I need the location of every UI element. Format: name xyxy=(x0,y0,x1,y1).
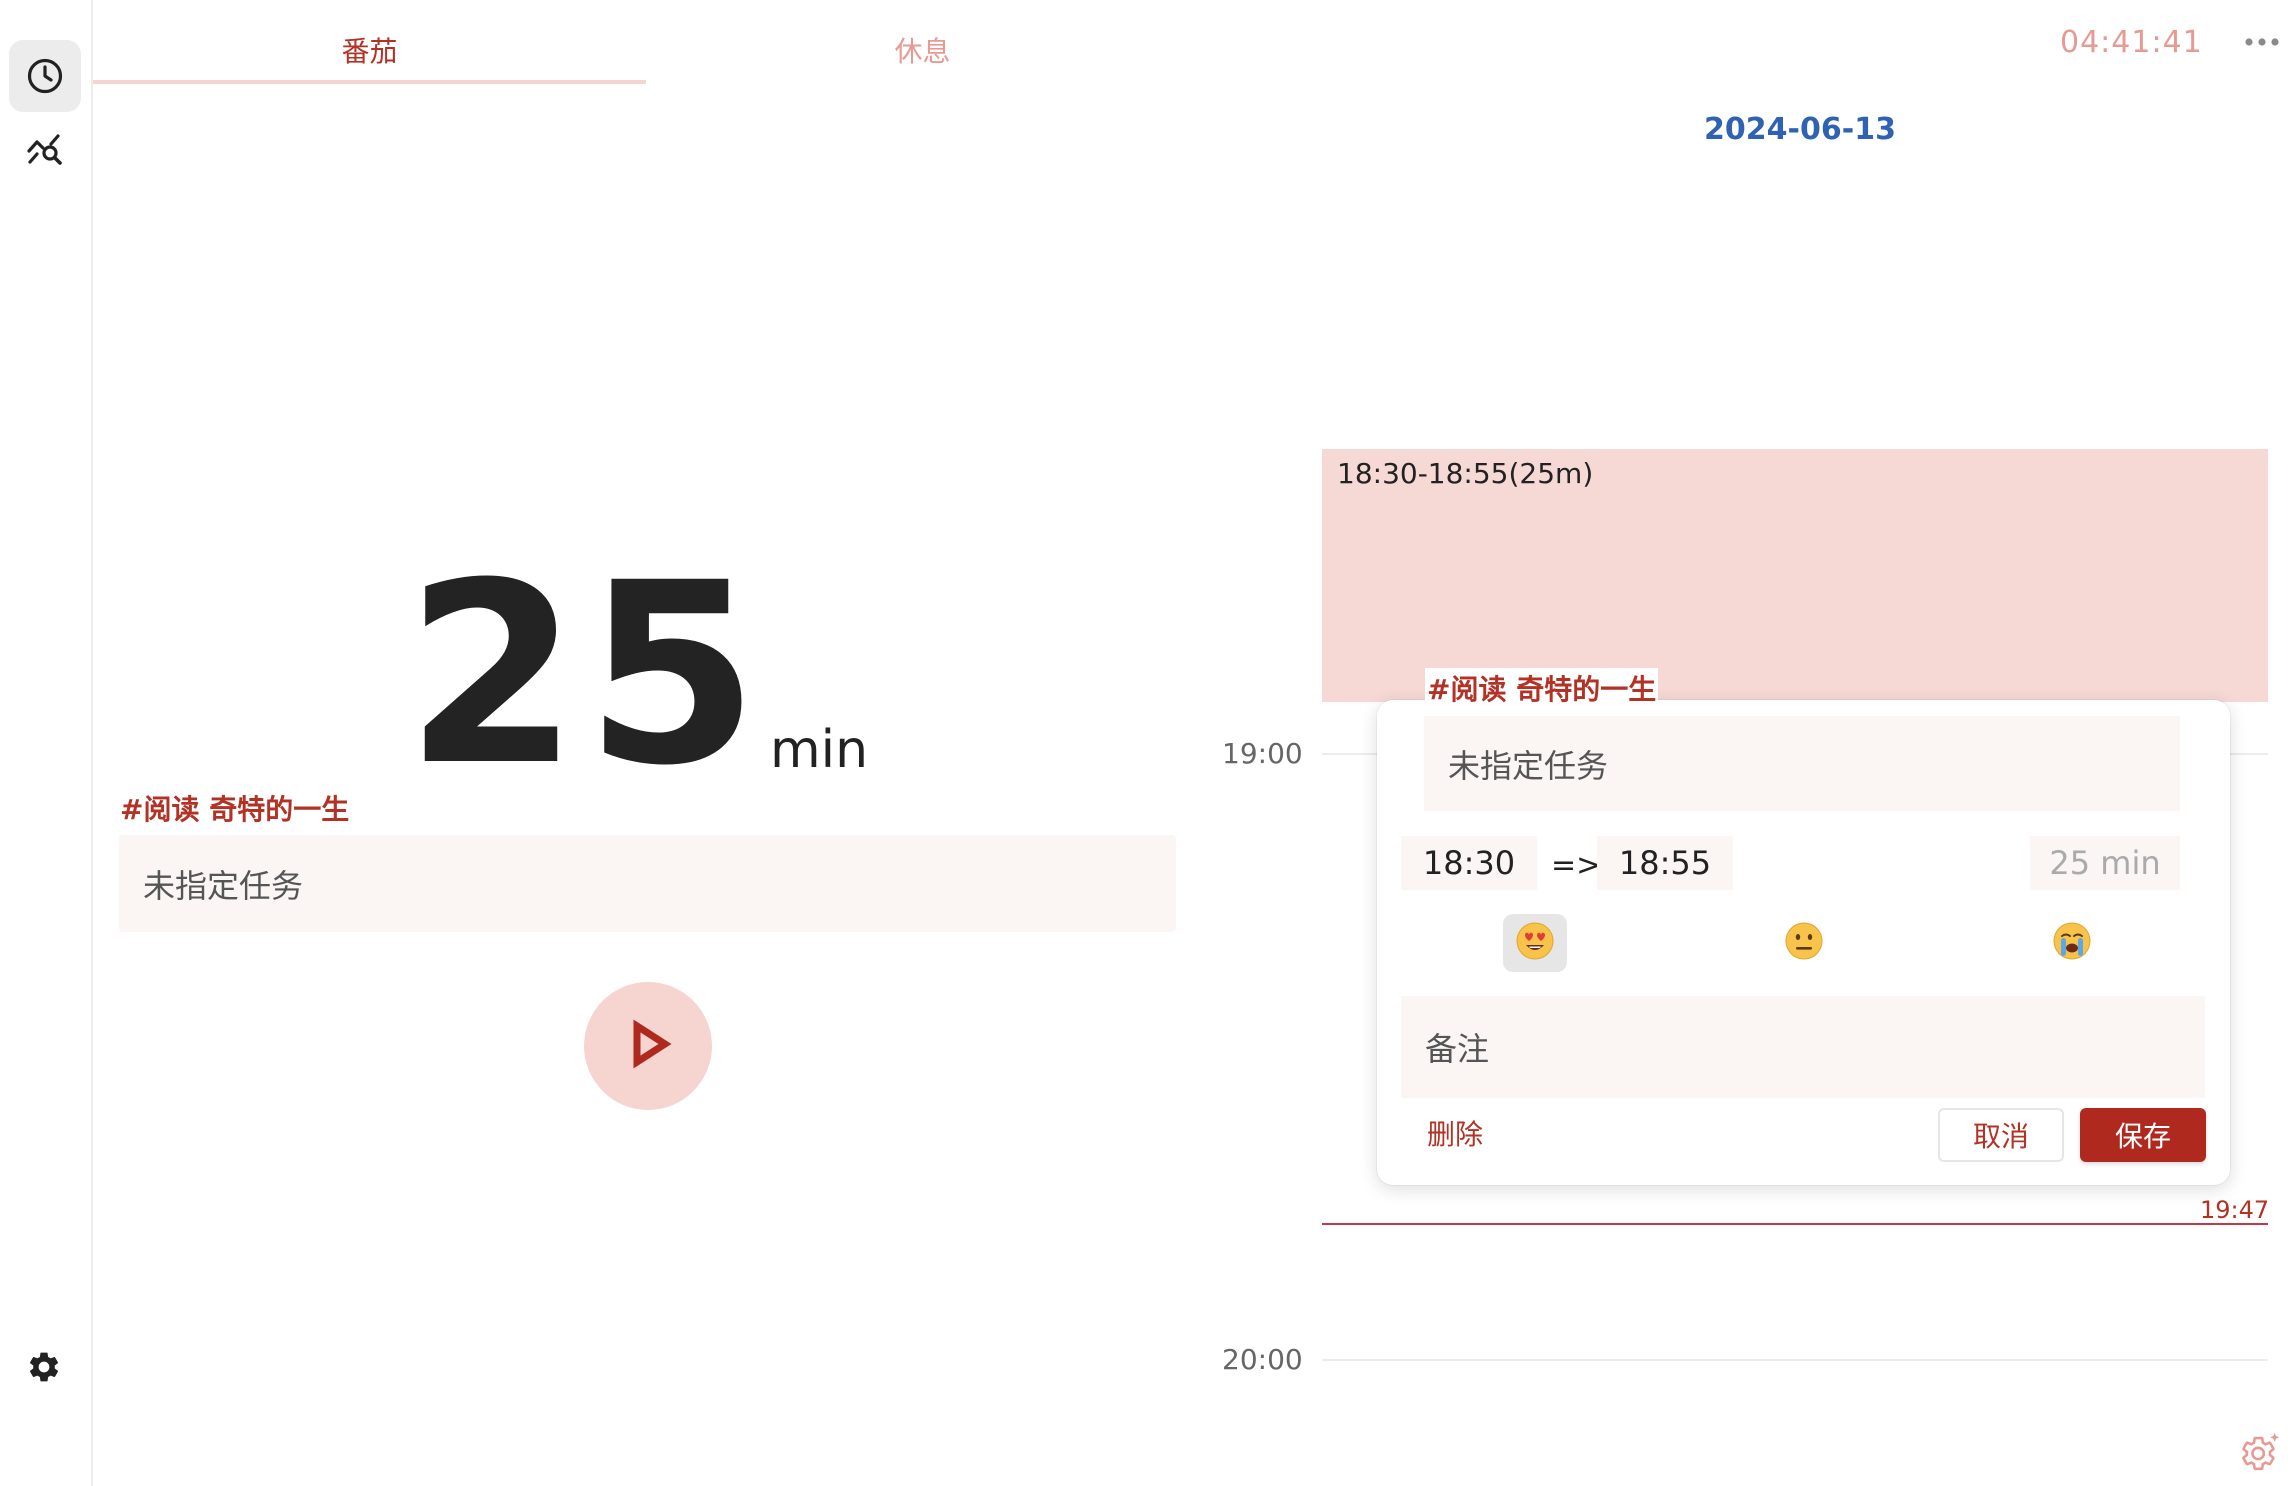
mood-love-button[interactable] xyxy=(1503,914,1567,972)
tab-label: 休息 xyxy=(894,35,951,68)
hour-label: 19:00 xyxy=(1222,737,1303,770)
task-input[interactable]: 未指定任务 xyxy=(119,835,1176,932)
tab-label: 番茄 xyxy=(341,35,398,68)
play-icon xyxy=(620,1016,676,1077)
note-input[interactable]: 备注 xyxy=(1401,996,2205,1098)
sidebar-item-statistics[interactable] xyxy=(9,113,81,185)
hour-label: 20:00 xyxy=(1222,1343,1303,1376)
task-placeholder: 未指定任务 xyxy=(143,866,304,905)
time-arrow: => xyxy=(1551,848,1602,883)
editor-task-placeholder: 未指定任务 xyxy=(1448,746,1609,785)
tab-break[interactable]: 休息 xyxy=(646,30,1199,84)
now-indicator-line xyxy=(1322,1223,2268,1225)
neutral-emoji-icon xyxy=(1784,921,1824,966)
timer-unit: min xyxy=(770,720,869,780)
now-indicator-label: 19:47 xyxy=(2200,1196,2270,1224)
note-placeholder: 备注 xyxy=(1425,1030,1490,1068)
hour-line xyxy=(1322,1359,2268,1361)
auto-settings-button[interactable] xyxy=(2236,1430,2284,1478)
settings-button[interactable] xyxy=(22,1347,66,1391)
event-editor-popup: 未指定任务 18:30 => 18:55 25 min 备注 删除 取消 保存 xyxy=(1377,700,2230,1185)
chart-search-icon xyxy=(25,129,65,169)
event-block[interactable]: 18:30-18:55(25m) xyxy=(1322,449,2268,702)
mood-neutral-button[interactable] xyxy=(1772,914,1836,972)
crying-emoji-icon xyxy=(2052,921,2092,966)
love-emoji-icon xyxy=(1515,921,1555,966)
timeline-date[interactable]: 2024-06-13 xyxy=(1700,112,1900,147)
save-button[interactable]: 保存 xyxy=(2080,1108,2206,1162)
timer-minutes: 25 xyxy=(405,529,765,820)
end-time-field[interactable]: 18:55 xyxy=(1597,836,1733,890)
tab-pomodoro[interactable]: 番茄 xyxy=(93,30,646,84)
more-button[interactable] xyxy=(2238,20,2286,56)
mood-crying-button[interactable] xyxy=(2040,914,2104,972)
play-button[interactable] xyxy=(584,982,712,1110)
start-time-field[interactable]: 18:30 xyxy=(1401,836,1537,890)
task-tag[interactable]: #阅读 奇特的一生 xyxy=(120,788,349,828)
delete-button[interactable]: 删除 xyxy=(1427,1113,1483,1153)
duration-field[interactable]: 25 min xyxy=(2030,836,2180,890)
cancel-button[interactable]: 取消 xyxy=(1938,1108,2064,1162)
current-clock: 04:41:41 xyxy=(2060,25,2203,60)
clock-icon xyxy=(26,57,64,95)
event-time-range: 18:30-18:55(25m) xyxy=(1337,457,1594,490)
editor-task-input[interactable]: 未指定任务 xyxy=(1424,716,2180,811)
gear-sparkle-icon xyxy=(2238,1430,2282,1479)
gear-icon xyxy=(26,1349,62,1390)
sidebar-item-timer[interactable] xyxy=(9,40,81,112)
event-tag: #阅读 奇特的一生 xyxy=(1425,668,1659,708)
more-dots-icon xyxy=(2244,23,2280,54)
sidebar xyxy=(0,0,93,1486)
